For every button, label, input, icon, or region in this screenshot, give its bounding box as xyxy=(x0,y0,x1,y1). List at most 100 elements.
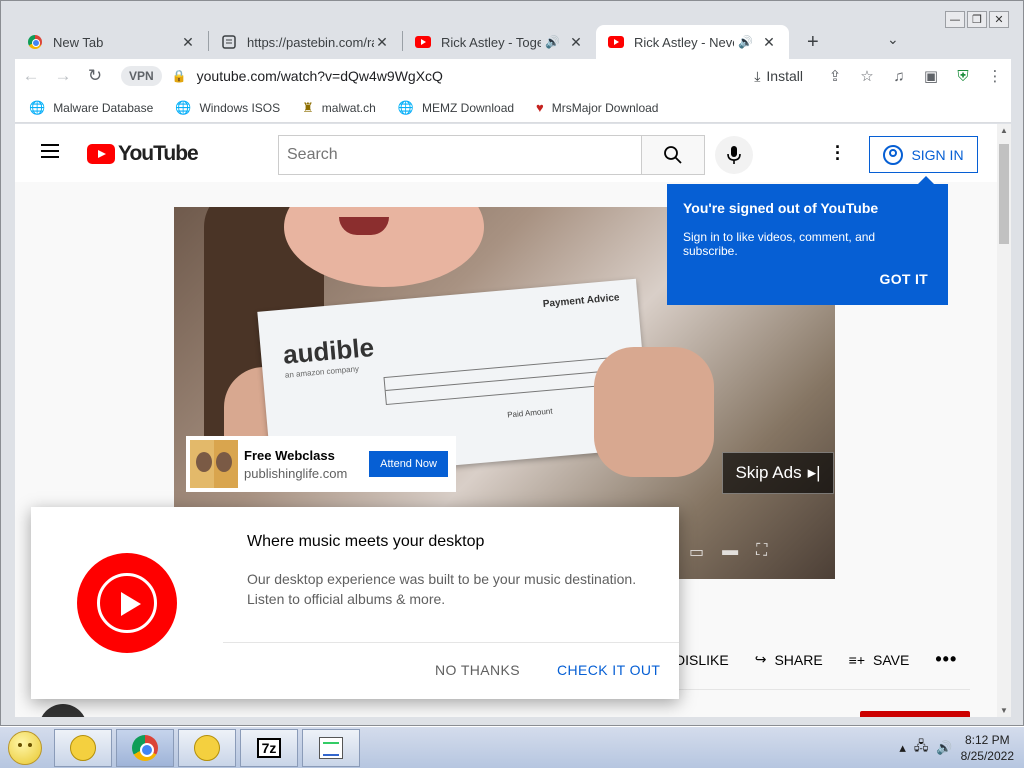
ad-title: Free Webclass xyxy=(244,447,335,463)
voice-search-button[interactable] xyxy=(715,136,753,174)
globe-icon: 🌐 xyxy=(397,99,415,115)
lock-icon[interactable]: 🔒 xyxy=(172,69,187,83)
install-button[interactable]: ⤓ Install xyxy=(754,68,803,85)
scroll-down-icon[interactable]: ▼ xyxy=(1000,706,1008,715)
app-yellow-icon xyxy=(70,734,96,761)
tab-title: Rick Astley - Never Gonna Give You Up xyxy=(634,34,734,50)
fullscreen-icon[interactable]: ⛶ xyxy=(756,542,767,562)
bookmark-windows-isos[interactable]: 🌐 Windows ISOS xyxy=(175,100,280,116)
restore-button[interactable]: ❐ xyxy=(967,11,987,28)
youtube-logo[interactable]: YouTube xyxy=(87,142,199,166)
scroll-up-icon[interactable]: ▲ xyxy=(1000,126,1008,135)
tab-search-icon[interactable]: ⌄ xyxy=(887,31,899,48)
share-button[interactable]: ↪ SHARE xyxy=(755,651,823,668)
media-control-icon[interactable]: ♫ xyxy=(883,68,915,85)
check-it-out-button[interactable]: CHECK IT OUT xyxy=(557,662,660,678)
bookmark-malwatch[interactable]: ♜ malwat.ch xyxy=(302,100,376,116)
bookmark-star-icon[interactable]: ☆ xyxy=(851,67,883,85)
pastebin-icon xyxy=(221,34,237,50)
youtube-music-promo: Where music meets your desktop Our deskt… xyxy=(31,507,679,699)
search-button[interactable] xyxy=(641,135,705,175)
tooltip-title: You're signed out of YouTube xyxy=(683,200,879,216)
7zip-icon: 7z xyxy=(256,737,282,758)
page-scrollbar[interactable]: ▲ ▼ xyxy=(997,124,1011,717)
bookmark-malware-database[interactable]: 🌐 Malware Database xyxy=(29,100,153,116)
tab-new-tab[interactable]: New Tab ✕ xyxy=(15,25,208,59)
tab-together-forever[interactable]: Rick Astley - Together Forever 🔊 ✕ xyxy=(403,25,596,59)
notepad-icon xyxy=(319,736,343,759)
tray-expand-icon[interactable]: ▴ xyxy=(899,740,906,756)
youtube-icon xyxy=(608,34,624,50)
channel-avatar[interactable] xyxy=(39,704,87,717)
address-bar[interactable]: youtube.com/watch?v=dQw4w9WgXcQ xyxy=(197,68,755,84)
attend-now-button[interactable]: Attend Now xyxy=(369,451,448,477)
window-controls: — ❐ ✕ xyxy=(945,11,1009,28)
bookmark-mrsmajor-download[interactable]: ♥ MrsMajor Download xyxy=(536,100,658,115)
sign-in-button[interactable]: SIGN IN xyxy=(869,136,978,173)
reload-icon[interactable]: ↻ xyxy=(79,66,111,86)
subscribe-button[interactable] xyxy=(860,711,970,717)
close-icon[interactable]: ✕ xyxy=(374,34,390,51)
bookmarks-bar: 🌐 Malware Database 🌐 Windows ISOS ♜ malwat.… xyxy=(15,93,1011,123)
skip-ads-button[interactable]: Skip Ads ▸| xyxy=(722,452,834,494)
audio-icon[interactable]: 🔊 xyxy=(545,35,560,49)
shield-icon[interactable]: ⛨ xyxy=(947,68,979,85)
taskbar-notepad[interactable] xyxy=(302,728,360,767)
signed-out-tooltip: You're signed out of YouTube Sign in to … xyxy=(667,176,948,305)
got-it-button[interactable]: GOT IT xyxy=(880,271,928,287)
youtube-play-icon xyxy=(87,144,115,164)
start-button[interactable] xyxy=(0,728,50,768)
taskbar-app-1[interactable] xyxy=(54,728,112,767)
scroll-thumb[interactable] xyxy=(999,144,1009,244)
taskbar-app-3[interactable] xyxy=(178,728,236,767)
ad-overlay-card[interactable]: Free Webclass publishinglife.com Attend … xyxy=(186,436,456,492)
install-icon: ⤓ xyxy=(754,67,761,84)
ad-thumbnail xyxy=(190,440,238,488)
video-actions: DISLIKE ↪ SHARE ≡+ SAVE ••• xyxy=(675,649,957,670)
promo-title: Where music meets your desktop xyxy=(247,533,485,550)
forward-icon[interactable]: → xyxy=(47,66,79,86)
close-icon[interactable]: ✕ xyxy=(568,34,584,51)
vpn-badge[interactable]: VPN xyxy=(121,66,162,86)
taskbar-chrome[interactable] xyxy=(116,728,174,767)
globe-icon: 🌐 xyxy=(175,99,192,115)
taskbar-7zip[interactable]: 7z xyxy=(240,728,298,767)
share-icon[interactable]: ⇪ xyxy=(819,67,851,85)
youtube-header: YouTube Search · · · SIGN IN xyxy=(15,124,997,182)
search-input[interactable]: Search xyxy=(278,135,642,175)
share-arrow-icon: ↪ xyxy=(754,651,767,667)
theater-mode-icon[interactable]: ▬ xyxy=(722,542,738,562)
tab-pastebin[interactable]: https://pastebin.com/raw ✕ xyxy=(209,25,402,59)
minimize-button[interactable]: — xyxy=(945,11,965,28)
hamburger-menu-icon[interactable] xyxy=(41,144,59,158)
menu-kebab-icon[interactable]: ⋮ xyxy=(979,67,1011,85)
dislike-button[interactable]: DISLIKE xyxy=(675,652,729,668)
close-window-button[interactable]: ✕ xyxy=(989,11,1009,28)
system-tray: ▴ 🖧 🔊 8:12 PM 8/25/2022 xyxy=(854,727,1024,768)
taskbar: 7z ▴ 🖧 🔊 8:12 PM 8/25/2022 xyxy=(0,726,1024,768)
page-viewport: YouTube Search · · · SIGN IN audible an ama… xyxy=(15,124,997,717)
volume-icon[interactable]: 🔊 xyxy=(936,740,952,756)
youtube-icon xyxy=(415,34,431,50)
clock[interactable]: 8:12 PM 8/25/2022 xyxy=(961,732,1014,764)
settings-kebab-icon[interactable]: · · · xyxy=(835,138,841,168)
globe-icon: 🌐 xyxy=(29,99,46,115)
back-icon[interactable]: ← xyxy=(15,66,47,86)
tab-never-gonna[interactable]: Rick Astley - Never Gonna Give You Up 🔊 … xyxy=(596,25,789,59)
youtube-music-logo-icon xyxy=(77,553,177,653)
chrome-icon xyxy=(27,34,43,50)
bug-icon: ♜ xyxy=(302,99,314,115)
miniplayer-icon[interactable]: ▭ xyxy=(689,542,704,562)
side-panel-icon[interactable]: ▣ xyxy=(915,67,947,85)
no-thanks-button[interactable]: NO THANKS xyxy=(435,662,520,678)
chrome-icon xyxy=(132,734,158,761)
close-icon[interactable]: ✕ xyxy=(180,34,196,51)
new-tab-button[interactable]: + xyxy=(807,31,819,54)
tooltip-body: Sign in to like videos, comment, and sub… xyxy=(683,230,876,258)
bookmark-memz-download[interactable]: 🌐 MEMZ Download xyxy=(398,100,514,116)
audio-icon[interactable]: 🔊 xyxy=(738,35,753,49)
network-icon[interactable]: 🖧 xyxy=(914,737,929,759)
save-button[interactable]: ≡+ SAVE xyxy=(849,652,910,668)
close-icon[interactable]: ✕ xyxy=(761,34,777,51)
more-actions-icon[interactable]: ••• xyxy=(935,649,957,670)
